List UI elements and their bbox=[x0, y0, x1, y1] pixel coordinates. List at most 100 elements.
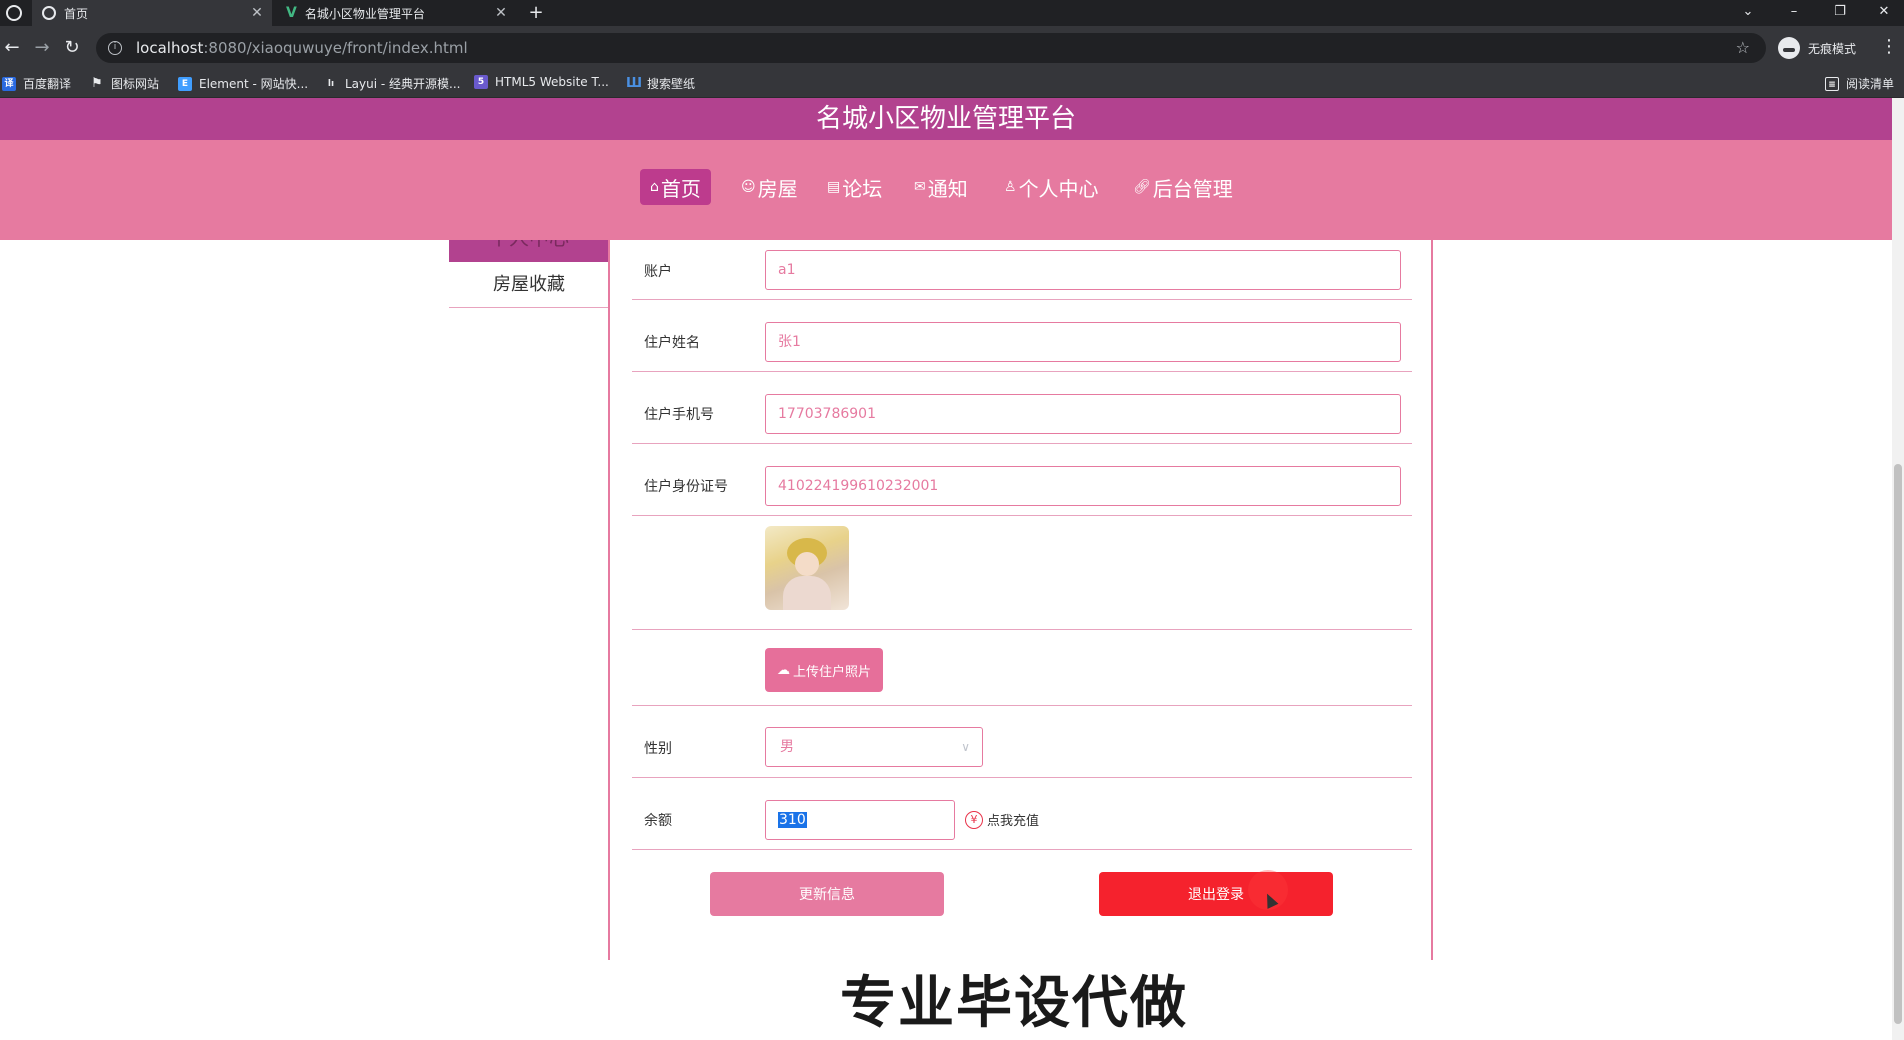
account-field[interactable]: a1 bbox=[765, 250, 1401, 290]
cloud-upload-icon: ☁ bbox=[776, 662, 790, 678]
nav-notice[interactable]: ✉ 通知 bbox=[904, 169, 978, 205]
nav-label: 个人中心 bbox=[1018, 176, 1099, 201]
site-title: 名城小区物业管理平台 bbox=[815, 104, 1076, 134]
form-row-upload: ☁ 上传住户照片 bbox=[632, 630, 1412, 706]
sidebar-item-profile[interactable]: 个人中心 bbox=[449, 240, 609, 262]
incognito-indicator[interactable]: 无痕模式 bbox=[1778, 37, 1856, 59]
home-icon: ⌂ bbox=[650, 179, 659, 195]
tab-title: 首页 bbox=[64, 6, 89, 21]
tab-search-icon[interactable]: ⌄ bbox=[1726, 0, 1770, 26]
nav-profile[interactable]: ♙ 个人中心 bbox=[994, 169, 1109, 205]
wallpaper-icon: Ш bbox=[626, 75, 643, 91]
close-icon[interactable]: ✕ bbox=[492, 5, 510, 21]
html5-icon: 5 bbox=[474, 75, 488, 89]
browser-tab-platform[interactable]: V 名城小区物业管理平台 ✕ bbox=[276, 0, 516, 26]
nav-home[interactable]: ⌂ 首页 bbox=[640, 169, 711, 205]
globe-icon bbox=[42, 6, 56, 20]
address-bar: ← → ↻ i localhost:8080/xiaoquwuye/front/… bbox=[0, 26, 1904, 70]
bookmark-wallpaper[interactable]: Ш 搜索壁纸 bbox=[626, 75, 695, 92]
nav-house[interactable]: ☺ 房屋 bbox=[731, 169, 808, 205]
bookmark-label: 图标网站 bbox=[111, 77, 160, 91]
page-viewport: 名城小区物业管理平台 ⌂ 首页 ☺ 房屋 ▤ 论坛 ✉ 通知 ♙ 个人中心 🔗︎… bbox=[0, 98, 1904, 1040]
phone-field[interactable]: 17703786901 bbox=[765, 394, 1401, 434]
url-path: :8080/xiaoquwuye/front/index.html bbox=[203, 39, 468, 57]
link-icon: 🔗︎ bbox=[1133, 179, 1151, 195]
bookmark-label: 搜索壁纸 bbox=[647, 77, 696, 91]
sidebar-item-favorites[interactable]: 房屋收藏 bbox=[449, 262, 609, 308]
update-label: 更新信息 bbox=[799, 887, 855, 903]
id-number-field[interactable]: 410224199610232001 bbox=[765, 466, 1401, 506]
form-row-id: 住户身份证号 410224199610232001 bbox=[632, 444, 1412, 516]
back-icon[interactable]: ← bbox=[0, 36, 24, 60]
new-tab-button[interactable]: + bbox=[525, 0, 547, 26]
layui-icon: lı bbox=[327, 78, 335, 89]
form-row-name: 住户姓名 张1 bbox=[632, 300, 1412, 372]
element-icon: E bbox=[178, 76, 192, 91]
nav-forum[interactable]: ▤ 论坛 bbox=[817, 169, 892, 205]
nav-label: 首页 bbox=[660, 176, 701, 201]
minimize-icon[interactable]: – bbox=[1772, 0, 1816, 26]
chevron-down-icon: ∨ bbox=[961, 740, 970, 754]
id-label: 住户身份证号 bbox=[644, 479, 728, 495]
gender-select[interactable]: 男 ∨ bbox=[765, 727, 983, 767]
balance-label: 余额 bbox=[644, 813, 672, 829]
update-info-button[interactable]: 更新信息 bbox=[710, 872, 944, 916]
bookmark-html5[interactable]: 5 HTML5 Website T... bbox=[474, 75, 609, 89]
browser-menu-icon[interactable] bbox=[6, 5, 22, 21]
avatar bbox=[765, 526, 849, 610]
name-label: 住户姓名 bbox=[644, 335, 700, 351]
logout-button[interactable]: 退出登录 bbox=[1099, 872, 1333, 916]
watermark-text: 专业毕设代做 bbox=[840, 971, 1188, 1036]
scroll-thumb[interactable] bbox=[1894, 464, 1902, 1024]
nav-admin[interactable]: 🔗︎ 后台管理 bbox=[1123, 169, 1243, 205]
nav-label: 后台管理 bbox=[1152, 176, 1233, 201]
window-close-icon[interactable]: ✕ bbox=[1862, 0, 1904, 26]
mail-icon: ✉ bbox=[914, 179, 926, 195]
phone-label: 住户手机号 bbox=[644, 407, 714, 423]
forward-icon[interactable]: → bbox=[30, 36, 54, 60]
reading-list-label: 阅读清单 bbox=[1845, 77, 1894, 91]
upload-label: 上传住户照片 bbox=[792, 664, 871, 680]
more-menu-icon[interactable]: ⋮ bbox=[1880, 36, 1898, 57]
profile-form: 账户 a1 住户姓名 张1 住户手机号 17703786901 住户身份证号 4… bbox=[608, 240, 1433, 960]
form-row-phone: 住户手机号 17703786901 bbox=[632, 372, 1412, 444]
name-field[interactable]: 张1 bbox=[765, 322, 1401, 362]
house-icon: ☺ bbox=[741, 179, 756, 195]
yuan-icon: ¥ bbox=[965, 810, 983, 829]
bookmark-icon-site[interactable]: ⚑ 图标网站 bbox=[90, 75, 159, 92]
tab-title: 名城小区物业管理平台 bbox=[304, 6, 425, 21]
form-row-gender: 性别 男 ∨ bbox=[632, 706, 1412, 778]
reload-icon[interactable]: ↻ bbox=[60, 36, 84, 60]
browser-tab-home[interactable]: 首页 ✕ bbox=[32, 0, 272, 26]
bookmark-label: 百度翻译 bbox=[23, 77, 72, 91]
forum-icon: ▤ bbox=[827, 179, 841, 195]
recharge-link[interactable]: ¥ 点我充值 bbox=[965, 810, 1039, 829]
nav-label: 通知 bbox=[927, 176, 968, 201]
star-icon[interactable]: ☆ bbox=[1736, 38, 1750, 57]
url-host: localhost bbox=[136, 39, 204, 57]
restore-icon[interactable]: ❐ bbox=[1818, 0, 1862, 26]
close-icon[interactable]: ✕ bbox=[248, 5, 266, 21]
user-icon: ♙ bbox=[1004, 179, 1017, 195]
incognito-icon bbox=[1778, 37, 1800, 59]
translate-icon: 译 bbox=[2, 76, 16, 91]
url-input[interactable]: i localhost:8080/xiaoquwuye/front/index.… bbox=[96, 33, 1766, 63]
upload-photo-button[interactable]: ☁ 上传住户照片 bbox=[765, 648, 883, 692]
reading-list[interactable]: ≡ 阅读清单 bbox=[1824, 75, 1894, 92]
bookmark-label: HTML5 Website T... bbox=[495, 75, 609, 89]
profile-sidebar: 个人中心 房屋收藏 bbox=[449, 240, 609, 308]
flag-icon: ⚑ bbox=[91, 75, 103, 91]
gender-label: 性别 bbox=[644, 741, 672, 757]
balance-field[interactable]: 310 bbox=[765, 800, 955, 840]
form-row-account: 账户 a1 bbox=[632, 240, 1412, 300]
nav-label: 房屋 bbox=[757, 176, 798, 201]
browser-tab-bar: 首页 ✕ V 名城小区物业管理平台 ✕ + ⌄ – ❐ ✕ bbox=[0, 0, 1904, 26]
bookmark-layui[interactable]: lı Layui - 经典开源模... bbox=[324, 75, 461, 92]
info-icon[interactable]: i bbox=[108, 41, 122, 55]
vue-icon: V bbox=[286, 5, 297, 21]
bookmark-baidu-translate[interactable]: 译 百度翻译 bbox=[2, 75, 71, 92]
logout-label: 退出登录 bbox=[1188, 887, 1244, 903]
bookmark-element[interactable]: E Element - 网站快... bbox=[178, 75, 308, 92]
page-scrollbar[interactable] bbox=[1892, 98, 1904, 1040]
reading-list-icon: ≡ bbox=[1824, 76, 1839, 91]
